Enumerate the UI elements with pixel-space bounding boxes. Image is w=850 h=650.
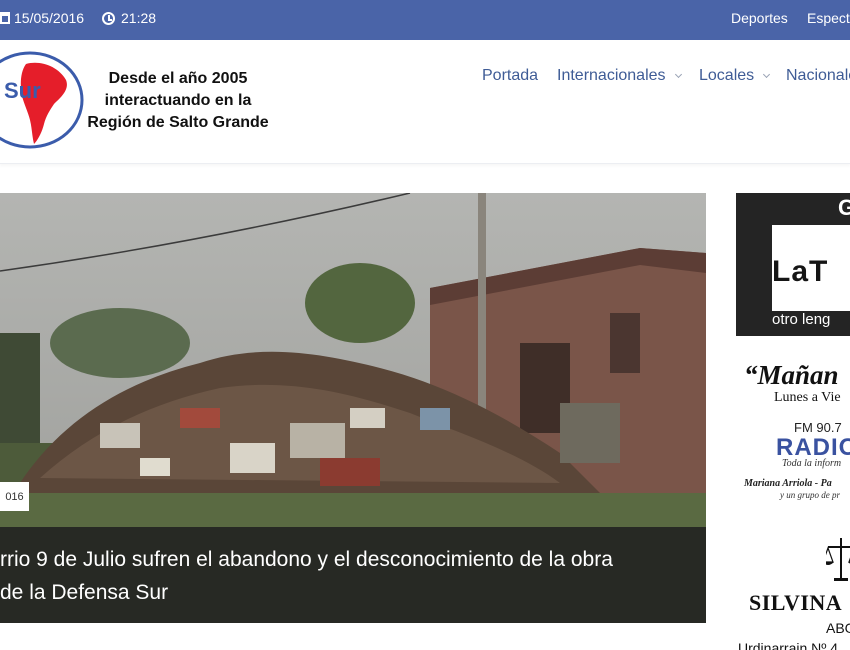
tagline-line: Desde el año 2005 — [108, 70, 248, 87]
featured-caption[interactable]: rrio 9 de Julio sufren el abandono y el … — [0, 527, 706, 623]
nav-label: Portada — [482, 67, 539, 84]
ad-schedule: Lunes a Vie — [774, 390, 841, 405]
headline-line[interactable]: rrio 9 de Julio sufren el abandono y el … — [0, 543, 706, 576]
nav-nacionales[interactable]: Nacionale — [786, 67, 850, 85]
site-header: Sur Desde el año 2005 interactuando en l… — [0, 40, 850, 164]
time-display: 21:28 — [102, 10, 156, 26]
nav-label: Locales — [699, 67, 755, 84]
tagline-line: Región de Salto Grande — [87, 114, 269, 131]
site-tagline: Desde el año 2005 interactuando en la Re… — [78, 68, 278, 134]
ad-top-letter: G — [838, 195, 850, 220]
chevron-down-icon — [763, 70, 771, 79]
nav-portada[interactable]: Portada — [482, 67, 538, 85]
sidebar-ad-radio[interactable]: “Mañan Lunes a Vie FM 90.7 RADIO Toda la… — [736, 358, 850, 508]
nav-locales[interactable]: Locales — [699, 67, 771, 85]
ad-sub-text: otro leng — [772, 311, 831, 328]
topbar-link-espectaculos[interactable]: Espectá — [807, 10, 850, 26]
chevron-down-icon — [674, 70, 682, 79]
nav-label: Nacionale — [786, 67, 850, 84]
ad-slogan: Toda la inform — [782, 458, 842, 469]
ad-lawyer-address: Urdinarrain Nº 4 — [738, 640, 839, 650]
ad-main-text: LaT — [772, 255, 829, 288]
site-logo[interactable]: Sur — [0, 50, 85, 150]
topbar-link-deportes[interactable]: Deportes — [731, 10, 788, 26]
logo-text: Sur — [4, 78, 41, 103]
ad-hosts: Mariana Arriola - Pa — [744, 478, 832, 489]
ad-hosts-extra: y un grupo de pr — [780, 490, 840, 500]
scales-icon — [826, 538, 850, 581]
sidebar-ad-latierra[interactable]: G LaT otro leng — [736, 193, 850, 336]
date-text: 15/05/2016 — [14, 10, 85, 26]
tagline-line: interactuando en la — [104, 92, 252, 109]
date-badge: 016 — [0, 482, 29, 511]
nav-label: Internacionales — [557, 67, 666, 84]
nav-internacionales[interactable]: Internacionales — [557, 67, 682, 85]
clock-icon — [102, 11, 115, 25]
ad-lawyer-name: SILVINA — [749, 590, 843, 615]
time-text: 21:28 — [121, 10, 157, 26]
featured-story[interactable]: 016 rrio 9 de Julio sufren el abandono y… — [0, 193, 706, 623]
top-bar: 15/05/2016 21:28 Deportes Espectá — [0, 0, 850, 40]
ad-title: “Mañan — [744, 360, 839, 390]
calendar-icon — [0, 12, 10, 24]
ad-lawyer-title: ABG — [826, 620, 850, 636]
headline-line[interactable]: de la Defensa Sur — [0, 576, 706, 609]
ad-frequency: FM 90.7 — [794, 420, 842, 435]
date-display: 15/05/2016 — [0, 10, 84, 26]
sidebar-ad-lawyer[interactable]: SILVINA ABG Urdinarrain Nº 4 — [736, 530, 850, 650]
